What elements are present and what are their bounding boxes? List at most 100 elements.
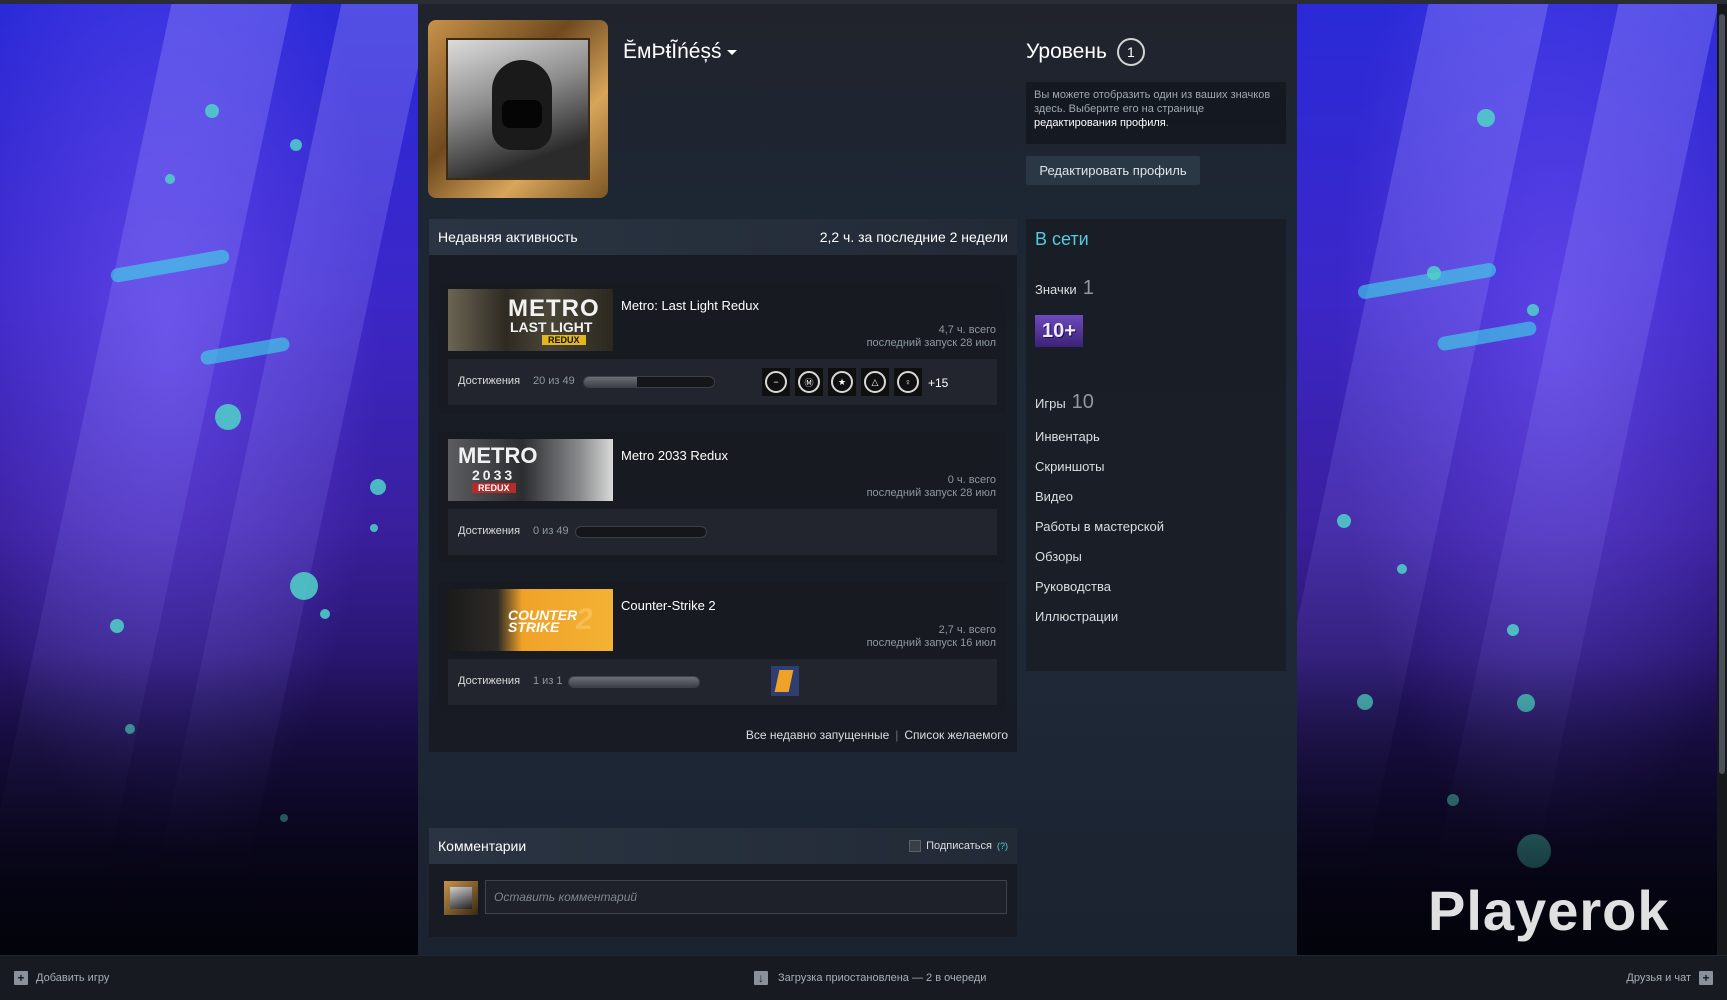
recent-activity-summary: 2,2 ч. за последние 2 недели <box>819 229 1008 245</box>
help-icon[interactable]: (?) <box>997 841 1008 851</box>
profile-username[interactable]: ĔмÞŧĨńéșś <box>623 40 738 64</box>
badges-label: Значки <box>1035 282 1077 297</box>
edit-profile-link[interactable]: редактирования профиля <box>1034 117 1166 129</box>
achievements-row: Достижения 20 из 49 − Ⓜ ★ △ ♀ +15 <box>448 359 997 405</box>
sidebar-item-inventory[interactable]: Инвентарь <box>1035 429 1100 444</box>
hours-total: 0 ч. всего <box>947 474 996 486</box>
capsule-text: 2033 <box>472 467 516 483</box>
wishlist-link[interactable]: Список желаемого <box>904 728 1008 742</box>
page-scrollbar[interactable] <box>1717 4 1727 955</box>
profile-avatar[interactable] <box>428 20 608 198</box>
sidebar-badges[interactable]: Значки 1 <box>1035 277 1094 300</box>
sidebar-item-screenshots[interactable]: Скриншоты <box>1035 459 1104 474</box>
badge-hint: Вы можете отобразить один из ваших значк… <box>1026 82 1286 144</box>
badge-hint-end: . <box>1165 117 1169 129</box>
badges-count: 1 <box>1082 277 1094 299</box>
profile-background-right <box>1297 4 1727 955</box>
avatar-photo <box>446 38 590 180</box>
achievement-icon[interactable]: △ <box>861 368 889 396</box>
games-count: 10 <box>1071 391 1094 413</box>
sidebar-item-guides[interactable]: Руководства <box>1035 579 1111 594</box>
download-icon: ↓ <box>754 971 768 985</box>
achievements-label: Достижения <box>458 675 521 687</box>
add-game-button[interactable]: + Добавить игру <box>14 971 109 985</box>
game-name[interactable]: Metro: Last Light Redux <box>621 298 759 313</box>
achievement-icon[interactable]: − <box>762 368 790 396</box>
online-status: В сети <box>1035 229 1089 249</box>
chevron-down-icon[interactable] <box>727 49 738 55</box>
subscribe-label: Подписаться <box>926 840 992 852</box>
add-game-label: Добавить игру <box>36 972 110 984</box>
capsule-text: METRO <box>458 443 538 468</box>
achievements-progress-fill <box>584 377 638 387</box>
sidebar-item-videos[interactable]: Видео <box>1035 489 1073 504</box>
capsule-text: REDUX <box>542 335 586 345</box>
achievements-label: Достижения <box>458 375 521 387</box>
last-played: последний запуск 28 июл <box>866 487 996 499</box>
capsule-text: COUNTER STRIKE <box>508 607 578 635</box>
achievements-count: 20 из 49 <box>533 375 575 387</box>
particle-dot <box>1477 109 1495 127</box>
sidebar-item-artwork[interactable]: Иллюстрации <box>1035 609 1118 624</box>
particle-dot <box>1337 514 1351 528</box>
downloads-label: Загрузка приостановлена — 2 в очереди <box>778 972 987 984</box>
stamp-icon: ★ <box>831 371 853 393</box>
last-played: последний запуск 16 июл <box>866 637 996 649</box>
downloads-status[interactable]: ↓ Загрузка приостановлена — 2 в очереди <box>754 971 986 985</box>
emblem-icon: Ⓜ <box>798 371 820 393</box>
achievement-icon[interactable]: ★ <box>828 368 856 396</box>
sidebar-games[interactable]: Игры 10 <box>1035 391 1094 414</box>
particle-dot <box>290 572 318 600</box>
capsule-text: REDUX <box>472 483 516 493</box>
particle-dot <box>110 619 124 633</box>
subscribe-toggle[interactable]: Подписаться (?) <box>909 840 1008 852</box>
sidebar-item-workshop[interactable]: Работы в мастерской <box>1035 519 1164 534</box>
level-badge[interactable]: 1 <box>1116 38 1145 66</box>
particle-dot <box>205 104 219 118</box>
achievements-progress <box>568 676 700 688</box>
avatar <box>444 881 478 915</box>
achievement-icon[interactable]: Ⓜ <box>795 368 823 396</box>
comments-header: Комментарии Подписаться (?) <box>429 828 1017 864</box>
game-hours: 4,7 ч. всего последний запуск 28 июл <box>867 324 996 350</box>
particle-dot <box>1397 564 1407 574</box>
game-row: COUNTER STRIKE 2 Counter-Strike 2 2,7 ч. … <box>439 582 1006 713</box>
profile-background-left <box>0 4 418 955</box>
sidebar-item-reviews[interactable]: Обзоры <box>1035 549 1082 564</box>
achievements-more[interactable]: +15 <box>928 376 948 390</box>
particle-dot <box>370 479 386 495</box>
games-label: Игры <box>1035 396 1066 411</box>
profile-sidebar: В сети Значки 1 10+ Игры 10 Инвентарь Скри… <box>1026 219 1286 671</box>
game-name[interactable]: Counter-Strike 2 <box>621 598 716 613</box>
years-of-service-badge[interactable]: 10+ <box>1035 315 1083 347</box>
link-separator: | <box>895 728 899 742</box>
subscribe-checkbox[interactable] <box>909 840 922 852</box>
game-capsule[interactable]: METRO 2033 REDUX <box>448 439 613 501</box>
game-capsule[interactable]: METRO LAST LIGHT REDUX <box>448 289 613 351</box>
level-label: Уровень <box>1026 40 1107 63</box>
particle-dot <box>165 174 175 184</box>
hours-total: 2,7 ч. всего <box>938 624 996 636</box>
friends-icon: + <box>1699 971 1713 985</box>
achievement-icon[interactable]: ♀ <box>894 368 922 396</box>
eye-triangle-icon: △ <box>864 371 886 393</box>
friends-chat-button[interactable]: Друзья и чат + <box>1626 971 1713 985</box>
game-name[interactable]: Metro 2033 Redux <box>621 448 728 463</box>
metro-last-light-capsule: METRO LAST LIGHT REDUX <box>448 289 613 351</box>
edit-profile-button[interactable]: Редактировать профиль <box>1026 156 1200 185</box>
capsule-text: LAST LIGHT <box>510 319 593 335</box>
scrollbar-thumb[interactable] <box>1719 14 1725 774</box>
particle-dot <box>1427 266 1441 280</box>
metro-2033-capsule: METRO 2033 REDUX <box>448 439 613 501</box>
all-recent-link[interactable]: Все недавно запущенные <box>746 728 889 742</box>
playerok-watermark: Playerok <box>1428 879 1670 942</box>
comment-input[interactable] <box>485 880 1007 914</box>
achievements-row: Достижения 0 из 49 <box>448 509 997 555</box>
game-capsule[interactable]: COUNTER STRIKE 2 <box>448 589 613 651</box>
plus-icon: + <box>14 971 28 985</box>
game-row: METRO 2033 REDUX Metro 2033 Redux 0 ч. в… <box>439 432 1006 563</box>
achievements-count: 0 из 49 <box>533 525 569 537</box>
game-hours: 2,7 ч. всего последний запуск 16 июл <box>867 624 996 650</box>
achievement-icon[interactable] <box>771 666 799 696</box>
particle-dot <box>370 524 378 532</box>
